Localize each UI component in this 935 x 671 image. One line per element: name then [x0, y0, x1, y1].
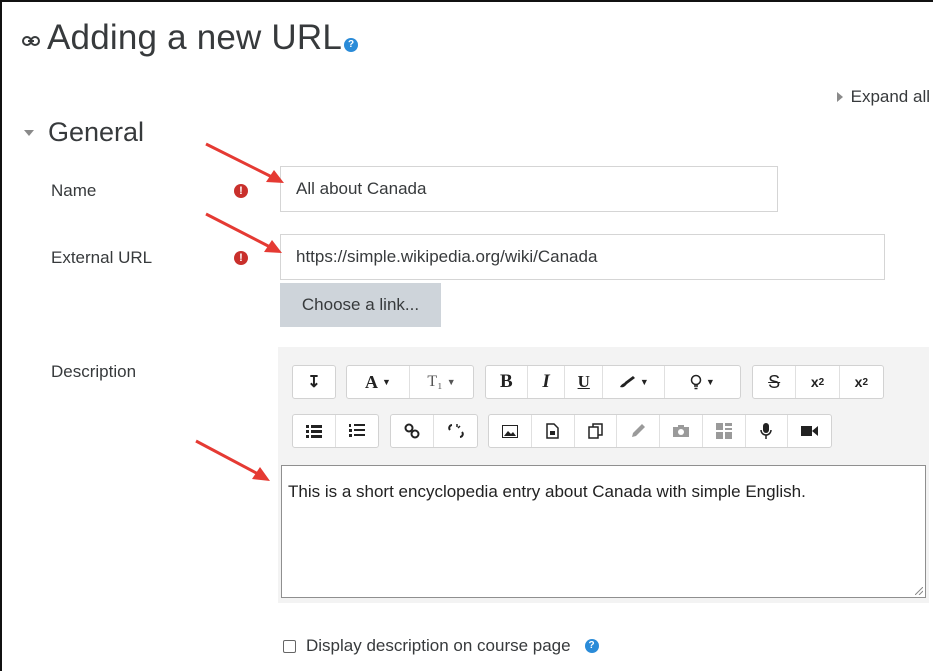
bullet-list-icon — [305, 424, 322, 438]
toggle-toolbar-button[interactable]: ↧ — [293, 366, 335, 398]
media-button[interactable] — [532, 415, 575, 447]
description-editor: ↧ A ▼ T₁ ▼ B I U ▼ ▼ S x2 x2 This is a s… — [278, 347, 929, 603]
annotation-arrow-url — [205, 212, 282, 253]
description-textarea[interactable]: This is a short encyclopedia entry about… — [281, 465, 926, 598]
link-icon — [22, 36, 40, 46]
display-description-help-icon[interactable]: ? — [584, 639, 599, 653]
strikethrough-button[interactable]: S — [753, 366, 797, 398]
paintbrush-icon — [619, 376, 635, 388]
video-camera-icon — [801, 426, 819, 436]
lightbulb-icon — [690, 374, 702, 390]
superscript-button[interactable]: x2 — [840, 366, 883, 398]
unlink-button[interactable] — [434, 415, 477, 447]
background-color-button[interactable]: ▼ — [665, 366, 740, 398]
toolbar-group-font: A ▼ T₁ ▼ — [346, 365, 474, 399]
description-text: This is a short encyclopedia entry about… — [288, 482, 806, 501]
subscript-button[interactable]: x2 — [796, 366, 840, 398]
link-button[interactable] — [391, 415, 435, 447]
page-header: Adding a new URL ? — [22, 18, 359, 58]
underline-button[interactable]: U — [565, 366, 604, 398]
font-color-button[interactable]: ▼ — [603, 366, 665, 398]
toolbar-group-lists — [292, 414, 379, 448]
microphone-icon — [760, 422, 773, 439]
name-input[interactable]: All about Canada — [280, 166, 778, 212]
unordered-list-button[interactable] — [293, 415, 336, 447]
record-audio-button[interactable] — [746, 415, 789, 447]
toolbar-group-script: S x2 x2 — [752, 365, 884, 399]
caret-right-icon — [836, 92, 843, 102]
image-icon — [501, 424, 518, 438]
display-description-label: Display description on course page — [306, 636, 571, 655]
section-general-toggle[interactable]: General — [24, 117, 144, 148]
page-title: Adding a new URL — [47, 18, 343, 57]
broken-link-icon — [447, 424, 464, 438]
choose-link-button[interactable]: Choose a link... — [280, 283, 441, 327]
draw-button[interactable] — [617, 415, 660, 447]
display-description-row: Display description on course page ? — [283, 636, 599, 656]
bold-button[interactable]: B — [486, 366, 528, 398]
caret-down-icon — [24, 129, 34, 136]
expand-all-link[interactable]: Expand all — [836, 87, 930, 107]
toolbar-group-format: B I U ▼ ▼ — [485, 365, 741, 399]
annotation-arrow-name — [205, 142, 284, 183]
annotation-arrow-description — [195, 439, 270, 481]
title-help-icon[interactable]: ? — [344, 38, 359, 52]
arrow-down-icon: ↧ — [307, 374, 321, 391]
italic-button[interactable]: I — [528, 366, 566, 398]
toolbar-group-toggle: ↧ — [292, 365, 336, 399]
name-label: Name — [51, 181, 97, 200]
resize-handle-icon[interactable] — [915, 587, 923, 595]
external-url-label: External URL — [51, 248, 153, 267]
name-input-value: All about Canada — [296, 179, 427, 198]
screenshot-button[interactable] — [660, 415, 703, 447]
font-family-button[interactable]: A ▼ — [347, 366, 411, 398]
chain-link-icon — [404, 423, 420, 439]
media-file-icon — [546, 423, 559, 439]
image-button[interactable] — [489, 415, 532, 447]
copy-files-icon — [588, 423, 603, 439]
display-description-checkbox[interactable] — [283, 639, 296, 653]
external-url-input[interactable]: https://simple.wikipedia.org/wiki/Canada — [280, 234, 885, 280]
font-size-button[interactable]: T₁ ▼ — [410, 366, 473, 398]
numbered-list-icon — [348, 424, 365, 437]
toolbar-group-links — [390, 414, 478, 448]
template-button[interactable] — [703, 415, 746, 447]
pencil-icon — [632, 424, 646, 437]
section-general-title: General — [48, 117, 145, 147]
external-url-value: https://simple.wikipedia.org/wiki/Canada — [296, 247, 598, 266]
camera-icon — [672, 425, 689, 437]
toolbar-group-media — [488, 414, 832, 448]
manage-files-button[interactable] — [575, 415, 618, 447]
template-grid-icon — [715, 423, 732, 439]
record-video-button[interactable] — [788, 415, 831, 447]
description-label: Description — [51, 362, 137, 381]
ordered-list-button[interactable] — [336, 415, 379, 447]
expand-all-label: Expand all — [850, 87, 930, 106]
